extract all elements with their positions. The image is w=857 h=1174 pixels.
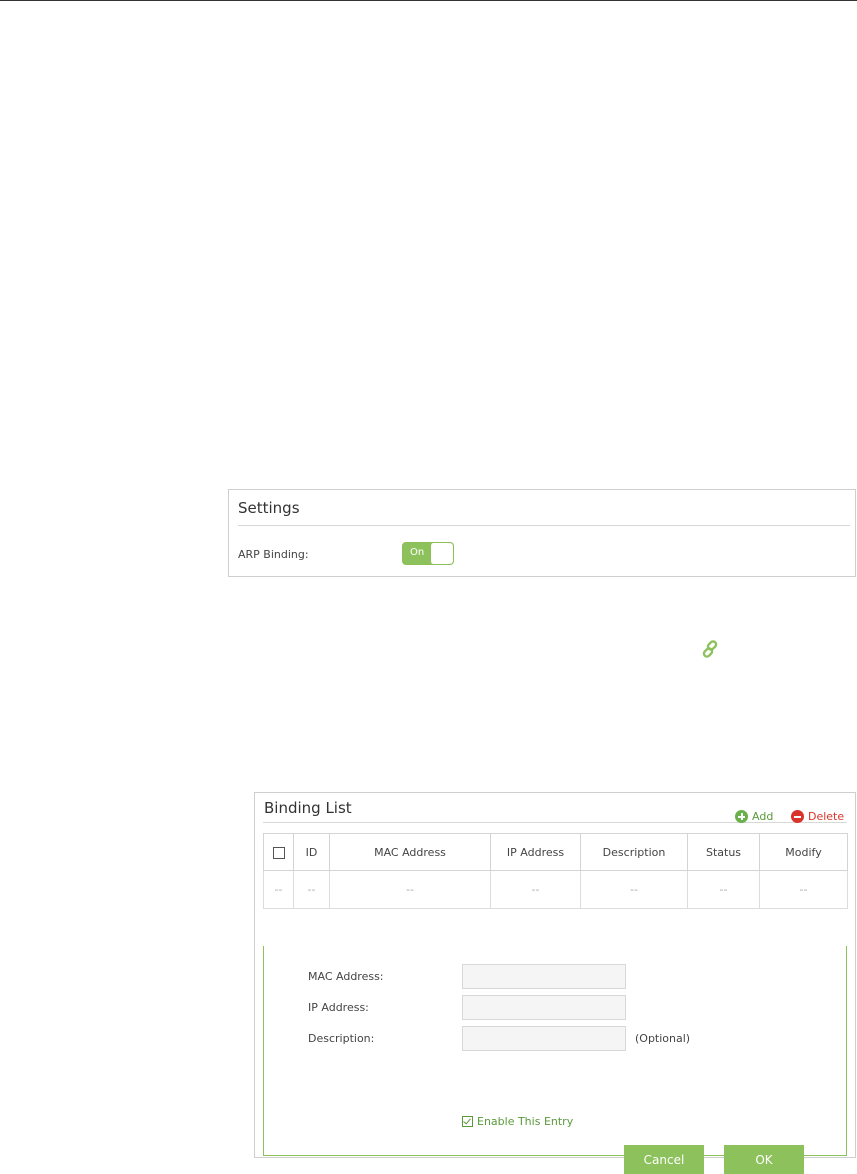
cancel-button[interactable]: Cancel bbox=[624, 1145, 704, 1174]
cell-select: -- bbox=[263, 870, 294, 909]
add-button[interactable]: Add bbox=[735, 810, 773, 823]
arp-binding-label: ARP Binding: bbox=[238, 548, 309, 561]
checkbox-icon bbox=[462, 1116, 473, 1127]
toggle-on-label: On bbox=[410, 547, 425, 558]
add-icon bbox=[735, 810, 748, 823]
column-header-ip: IP Address bbox=[490, 833, 581, 871]
cell-id: -- bbox=[293, 870, 330, 909]
cell-ip: -- bbox=[490, 870, 581, 909]
table-row: -- -- -- -- -- -- -- bbox=[263, 870, 848, 909]
binding-list-title: Binding List bbox=[264, 799, 352, 817]
entry-edit-form: MAC Address: IP Address: Description: (O… bbox=[263, 946, 847, 1174]
ok-button[interactable]: OK bbox=[724, 1145, 804, 1174]
column-header-mac: MAC Address bbox=[329, 833, 491, 871]
cell-modify: -- bbox=[759, 870, 848, 909]
add-label: Add bbox=[752, 810, 774, 823]
delete-icon bbox=[791, 810, 804, 823]
cell-status: -- bbox=[687, 870, 760, 909]
mac-address-label: MAC Address: bbox=[308, 970, 384, 983]
cell-description: -- bbox=[580, 870, 688, 909]
column-header-id: ID bbox=[293, 833, 330, 871]
mac-address-input[interactable] bbox=[462, 964, 626, 989]
enable-entry-checkbox[interactable]: Enable This Entry bbox=[462, 1115, 573, 1128]
column-header-description: Description bbox=[580, 833, 688, 871]
select-all-checkbox[interactable] bbox=[272, 846, 285, 859]
column-header-modify: Modify bbox=[759, 833, 848, 871]
binding-list-panel: Binding List Add Delete ID MAC Address I… bbox=[254, 792, 856, 1174]
table-header-row: ID MAC Address IP Address Description St… bbox=[263, 833, 848, 871]
arp-binding-toggle[interactable]: On bbox=[402, 542, 454, 565]
top-divider bbox=[0, 0, 857, 1]
toggle-knob bbox=[430, 543, 453, 564]
description-input[interactable] bbox=[462, 1026, 626, 1051]
column-header-status: Status bbox=[687, 833, 760, 871]
link-icon[interactable] bbox=[700, 639, 720, 659]
settings-divider bbox=[238, 525, 850, 526]
select-all-cell bbox=[263, 833, 294, 871]
cell-mac: -- bbox=[329, 870, 491, 909]
binding-table: ID MAC Address IP Address Description St… bbox=[263, 833, 848, 909]
description-label: Description: bbox=[308, 1032, 375, 1045]
enable-entry-label: Enable This Entry bbox=[477, 1115, 574, 1128]
settings-title: Settings bbox=[238, 499, 300, 517]
settings-panel: Settings ARP Binding: On bbox=[228, 489, 856, 577]
delete-button[interactable]: Delete bbox=[791, 810, 844, 823]
delete-label: Delete bbox=[808, 810, 845, 823]
optional-hint: (Optional) bbox=[635, 1032, 691, 1045]
ip-address-label: IP Address: bbox=[308, 1001, 369, 1014]
ip-address-input[interactable] bbox=[462, 995, 626, 1020]
